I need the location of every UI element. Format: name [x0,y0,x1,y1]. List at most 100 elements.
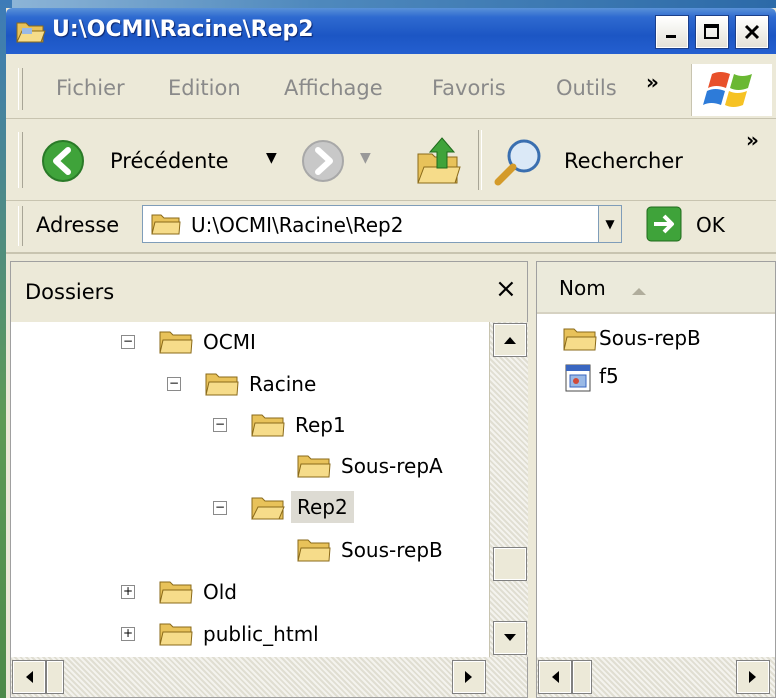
tree-item-old[interactable]: + Old [11,572,489,612]
maximize-icon [704,24,719,39]
folders-pane: Dossiers × − OCMI − Racine − Rep1 Sous-r… [10,261,528,698]
menu-affichage[interactable]: Affichage [284,76,383,100]
column-header-name[interactable]: Nom [537,262,775,314]
folders-horizontal-scrollbar[interactable] [11,657,527,697]
folders-pane-title: Dossiers [25,280,115,304]
open-folder-icon [251,497,285,520]
column-name-label: Nom [559,276,606,300]
tree-label: Racine [249,372,317,396]
folder-icon [563,328,597,351]
list-item[interactable]: f5 [563,362,763,394]
address-dropdown-button[interactable]: ▼ [598,205,622,243]
folder-icon [159,581,193,604]
file-list-pane: Nom Sous-repB f5 [536,261,776,698]
address-input[interactable]: U:\OCMI\Racine\Rep2 [142,205,622,243]
folders-pane-header: Dossiers × [11,262,527,322]
address-value: U:\OCMI\Racine\Rep2 [191,213,404,237]
chevron-left-icon [552,671,559,683]
files-horizontal-scrollbar[interactable] [537,657,775,697]
menu-bar: Fichier Edition Affichage Favoris Outils… [6,60,776,119]
close-button[interactable] [735,15,769,49]
scroll-right-button[interactable] [736,660,770,694]
tree-item-ocmi[interactable]: − OCMI [11,322,489,362]
back-button[interactable]: Précédente ▼ [40,138,300,184]
go-button[interactable]: OK [646,206,756,244]
search-icon [494,139,541,186]
open-folder-icon [16,22,46,43]
maximize-button[interactable] [695,15,729,49]
forward-arrow-icon [302,140,344,182]
file-icon [565,364,591,392]
search-label: Rechercher [564,149,683,173]
back-label: Précédente [110,149,229,173]
chevron-right-icon [749,671,756,683]
scroll-left-button[interactable] [12,660,46,694]
title-bar[interactable]: U:\OCMI\Racine\Rep2 [6,8,776,54]
up-folder-icon[interactable] [414,134,464,188]
menu-fichier[interactable]: Fichier [56,76,125,100]
collapse-icon[interactable]: − [121,335,135,349]
address-bar: Adresse U:\OCMI\Racine\Rep2 ▼ OK [6,200,776,254]
folder-icon [159,331,193,354]
tree-item-racine[interactable]: − Racine [11,364,489,404]
folder-icon [251,414,285,437]
menu-edition[interactable]: Edition [168,76,241,100]
folder-icon [205,373,239,396]
scroll-up-button[interactable] [493,323,527,357]
minimize-button[interactable] [655,15,689,49]
tree-label: Rep1 [295,413,346,437]
folder-icon [297,539,331,562]
back-arrow-icon [42,140,84,182]
go-arrow-icon [646,206,682,242]
list-item[interactable]: Sous-repB [563,324,763,356]
go-label: OK [696,213,725,237]
window-title: U:\OCMI\Racine\Rep2 [52,17,314,42]
chevron-down-icon: ▼ [605,217,615,231]
menu-outils[interactable]: Outils [556,76,617,100]
scroll-thumb[interactable] [493,547,527,581]
scroll-left-button[interactable] [538,660,572,694]
menu-more-chevron[interactable]: » [646,70,659,94]
expand-icon[interactable]: + [121,627,135,641]
scroll-right-button[interactable] [452,660,486,694]
tree-label: Old [203,580,237,604]
tree-item-sous-repb[interactable]: Sous-repB [11,530,489,570]
hscroll-thumb[interactable] [572,660,592,694]
windows-logo [691,64,772,116]
back-dropdown-icon[interactable]: ▼ [266,150,277,166]
search-button[interactable]: Rechercher [492,134,712,188]
list-item-label: f5 [599,364,619,388]
hscroll-thumb[interactable] [46,660,64,694]
sort-ascending-icon [632,288,646,295]
menu-favoris[interactable]: Favoris [432,76,506,100]
tree-item-rep1[interactable]: − Rep1 [11,405,489,445]
folder-icon [297,455,331,478]
forward-dropdown-icon[interactable]: ▼ [360,150,371,166]
tree-item-sous-repa[interactable]: Sous-repA [11,446,489,486]
collapse-icon[interactable]: − [213,418,227,432]
toolbar-more-chevron[interactable]: » [746,128,759,152]
folders-vertical-scrollbar[interactable] [489,322,528,657]
minimize-icon [666,35,676,38]
collapse-icon[interactable]: − [167,377,181,391]
close-icon [744,24,760,40]
tree-label: Sous-repB [341,538,443,562]
chevron-left-icon [26,671,33,683]
collapse-icon[interactable]: − [213,501,227,515]
forward-button[interactable]: ▼ [300,138,390,184]
folders-pane-close-icon[interactable]: × [495,274,517,304]
folder-tree: − OCMI − Racine − Rep1 Sous-repA − Rep2 … [11,322,489,657]
chevron-right-icon [465,671,472,683]
tree-item-public-html[interactable]: + public_html [11,614,489,654]
address-label: Adresse [36,213,120,237]
scroll-down-button[interactable] [493,621,527,655]
toolbar-grip[interactable] [18,132,23,188]
menu-grip[interactable] [18,68,23,110]
address-grip[interactable] [18,206,23,246]
expand-icon[interactable]: + [121,585,135,599]
tree-item-rep2[interactable]: − Rep2 [11,488,489,528]
toolbar-separator [478,130,482,190]
tree-label-selected: Rep2 [291,491,354,523]
explorer-window: U:\OCMI\Racine\Rep2 Fichier Edition Affi… [6,8,776,698]
chevron-down-icon [504,634,516,641]
